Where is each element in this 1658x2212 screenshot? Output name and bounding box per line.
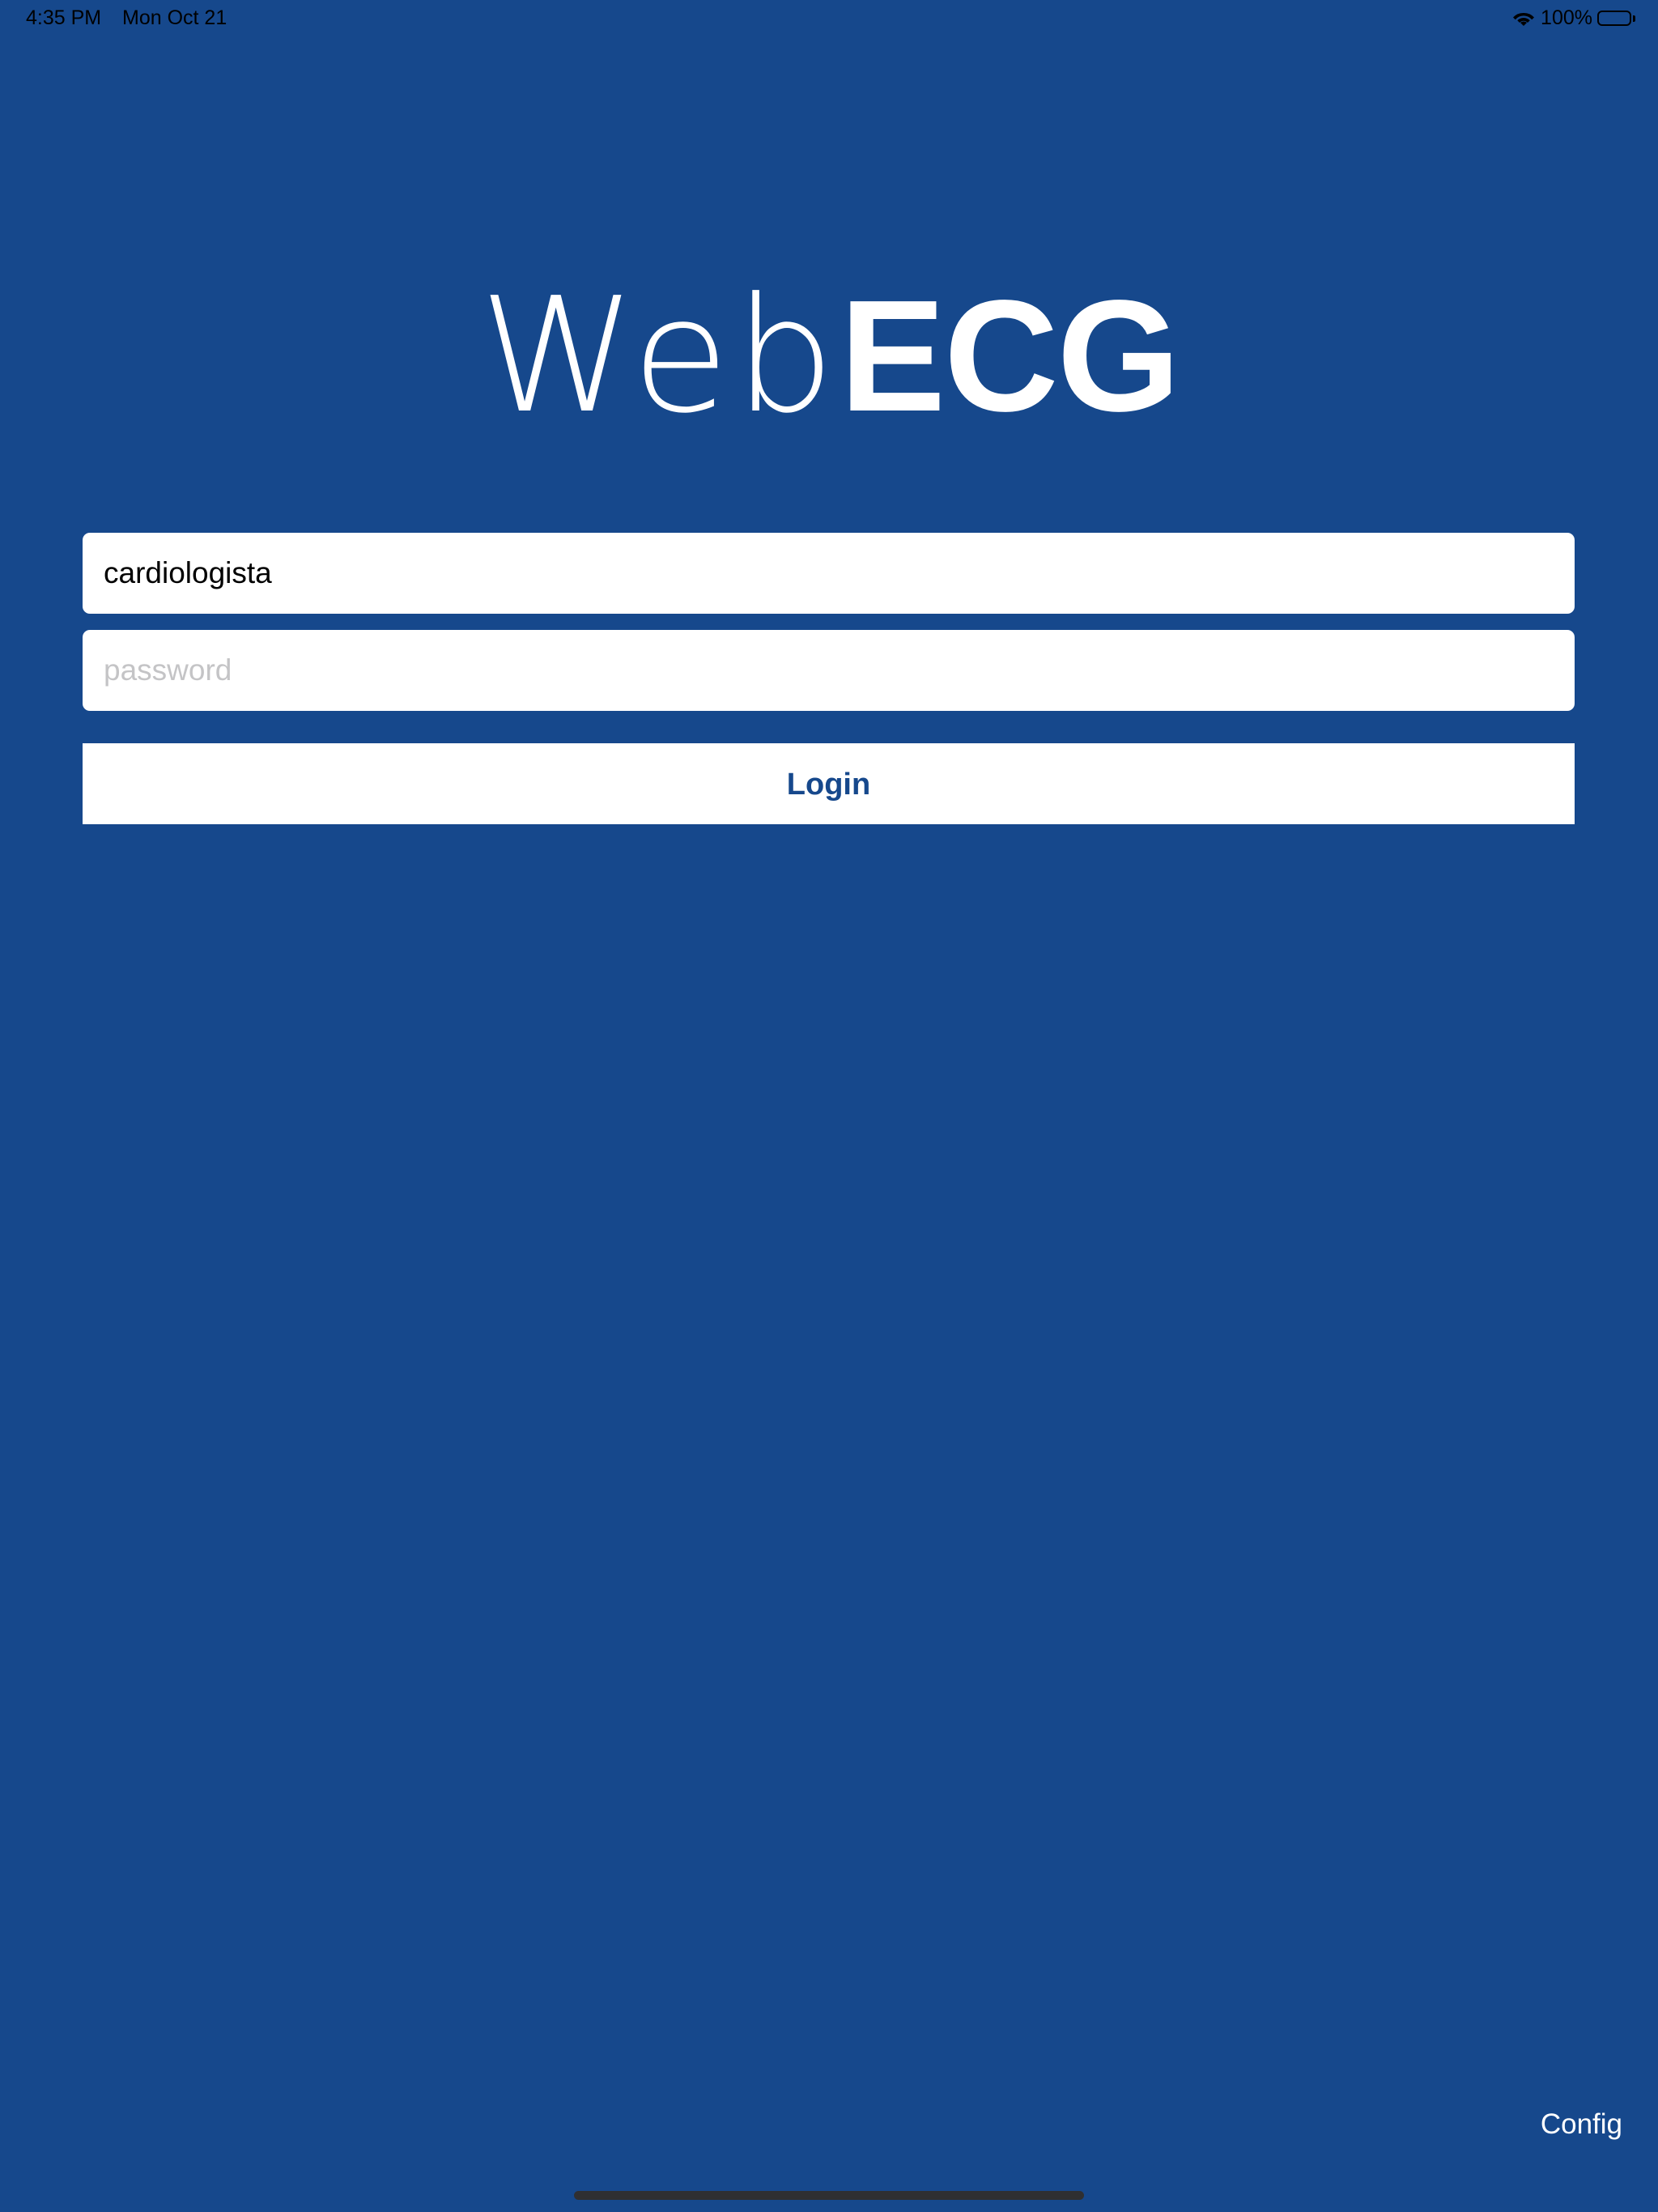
battery-percent: 100%: [1541, 6, 1592, 29]
wifi-icon: [1511, 10, 1536, 28]
config-button[interactable]: Config: [1541, 2108, 1622, 2141]
battery-icon: [1597, 11, 1635, 26]
logo-light-text: Web: [478, 264, 840, 449]
logo-bold-text: ECG: [840, 267, 1180, 445]
home-indicator[interactable]: [574, 2191, 1084, 2200]
status-date: Mon Oct 21: [122, 6, 227, 29]
webecg-logo: WebECG: [0, 267, 1658, 445]
username-field[interactable]: [83, 533, 1575, 614]
status-indicators: 100%: [1511, 6, 1635, 30]
status-time: 4:35 PM: [26, 6, 102, 29]
status-bar: 4:35 PM Mon Oct 21 100%: [0, 0, 1658, 39]
login-button[interactable]: Login: [83, 743, 1575, 824]
password-field[interactable]: [83, 630, 1575, 711]
